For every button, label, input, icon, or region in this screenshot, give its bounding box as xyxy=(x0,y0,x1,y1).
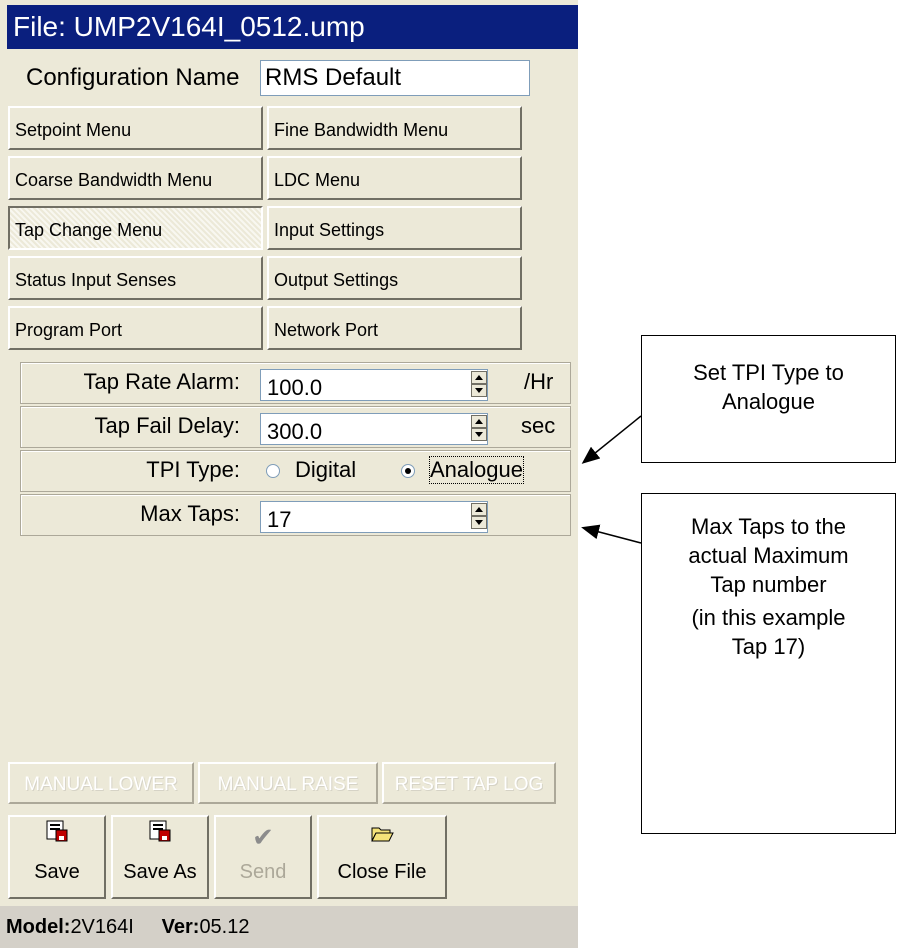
tap-rate-alarm-spinner[interactable] xyxy=(471,371,487,399)
input-settings-button[interactable]: Input Settings xyxy=(267,206,522,250)
save-button[interactable]: Save xyxy=(8,815,106,899)
spin-down-icon[interactable] xyxy=(471,516,487,529)
save-as-disk-icon xyxy=(113,817,207,857)
tap-rate-alarm-unit: /Hr xyxy=(524,369,554,394)
max-taps-callout-line-2: actual Maximum xyxy=(688,543,849,568)
tap-change-menu-button[interactable]: Tap Change Menu xyxy=(8,206,263,250)
tpi-digital-radio[interactable] xyxy=(266,464,280,478)
send-label: Send xyxy=(239,861,287,883)
max-taps-row: Max Taps: 17 xyxy=(20,494,571,536)
configuration-name-label: Configuration Name xyxy=(26,64,240,91)
coarse-bandwidth-menu-button[interactable]: Coarse Bandwidth Menu xyxy=(8,156,263,200)
ldc-menu-button[interactable]: LDC Menu xyxy=(267,156,522,200)
tpi-callout: Set TPI Type to Analogue xyxy=(641,335,896,463)
tpi-type-row: TPI Type: Digital Analogue xyxy=(20,450,571,492)
tpi-callout-line-1: Set TPI Type to xyxy=(693,360,844,385)
save-disk-icon xyxy=(10,817,104,857)
max-taps-callout-line-3: Tap number xyxy=(710,572,827,597)
tap-fail-delay-spinner[interactable] xyxy=(471,415,487,443)
reset-tap-log-button[interactable]: RESET TAP LOG xyxy=(382,762,556,804)
tpi-digital-label[interactable]: Digital xyxy=(295,457,356,483)
max-taps-label: Max Taps: xyxy=(140,501,240,526)
tap-rate-alarm-row: Tap Rate Alarm: 100.0 /Hr xyxy=(20,362,571,404)
max-taps-callout-line-1: Max Taps to the xyxy=(691,514,846,539)
model-value: 2V164I xyxy=(70,916,134,938)
fine-bandwidth-menu-button[interactable]: Fine Bandwidth Menu xyxy=(267,106,522,150)
setpoint-menu-button[interactable]: Setpoint Menu xyxy=(8,106,263,150)
tpi-type-label: TPI Type: xyxy=(146,457,240,482)
tap-fail-delay-input[interactable]: 300.0 xyxy=(260,413,488,445)
config-window: File: UMP2V164I_0512.ump Configuration N… xyxy=(0,0,578,948)
max-taps-callout-line-4: (in this example xyxy=(691,605,846,630)
tap-fail-delay-label: Tap Fail Delay: xyxy=(94,413,240,438)
model-label: Model: xyxy=(6,916,71,938)
status-bar: Model:2V164I Ver:05.12 xyxy=(0,906,578,948)
tpi-analogue-label[interactable]: Analogue xyxy=(429,456,524,484)
tap-fail-delay-row: Tap Fail Delay: 300.0 sec xyxy=(20,406,571,448)
send-button[interactable]: ✔ Send xyxy=(214,815,312,899)
configuration-name-input[interactable]: RMS Default xyxy=(260,60,530,96)
close-file-button[interactable]: Close File xyxy=(317,815,447,899)
spin-down-icon[interactable] xyxy=(471,384,487,397)
tpi-arrow xyxy=(581,415,642,464)
spin-up-icon[interactable] xyxy=(471,503,487,516)
tpi-callout-line-2: Analogue xyxy=(722,389,815,414)
max-taps-arrow xyxy=(581,524,642,544)
manual-raise-button[interactable]: MANUAL RAISE xyxy=(198,762,378,804)
spin-up-icon[interactable] xyxy=(471,371,487,384)
save-label: Save xyxy=(34,861,80,883)
tpi-analogue-radio[interactable] xyxy=(401,464,415,478)
max-taps-input[interactable]: 17 xyxy=(260,501,488,533)
max-taps-callout: Max Taps to the actual Maximum Tap numbe… xyxy=(641,493,896,834)
close-file-label: Close File xyxy=(337,861,427,883)
program-port-button[interactable]: Program Port xyxy=(8,306,263,350)
tap-rate-alarm-label: Tap Rate Alarm: xyxy=(83,369,240,394)
window-title: File: UMP2V164I_0512.ump xyxy=(7,5,578,49)
checkmark-icon: ✔ xyxy=(252,822,274,852)
tap-rate-alarm-input[interactable]: 100.0 xyxy=(260,369,488,401)
max-taps-callout-line-5: Tap 17) xyxy=(731,634,806,659)
version-label: Ver: xyxy=(161,916,200,938)
version-value: 05.12 xyxy=(199,916,250,938)
tap-fail-delay-unit: sec xyxy=(521,413,556,438)
spin-down-icon[interactable] xyxy=(471,428,487,441)
manual-lower-button[interactable]: MANUAL LOWER xyxy=(8,762,194,804)
spin-up-icon[interactable] xyxy=(471,415,487,428)
max-taps-spinner[interactable] xyxy=(471,503,487,531)
folder-icon xyxy=(319,817,445,857)
status-input-senses-button[interactable]: Status Input Senses xyxy=(8,256,263,300)
save-as-button[interactable]: Save As xyxy=(111,815,209,899)
output-settings-button[interactable]: Output Settings xyxy=(267,256,522,300)
save-as-label: Save As xyxy=(123,861,197,883)
network-port-button[interactable]: Network Port xyxy=(267,306,522,350)
